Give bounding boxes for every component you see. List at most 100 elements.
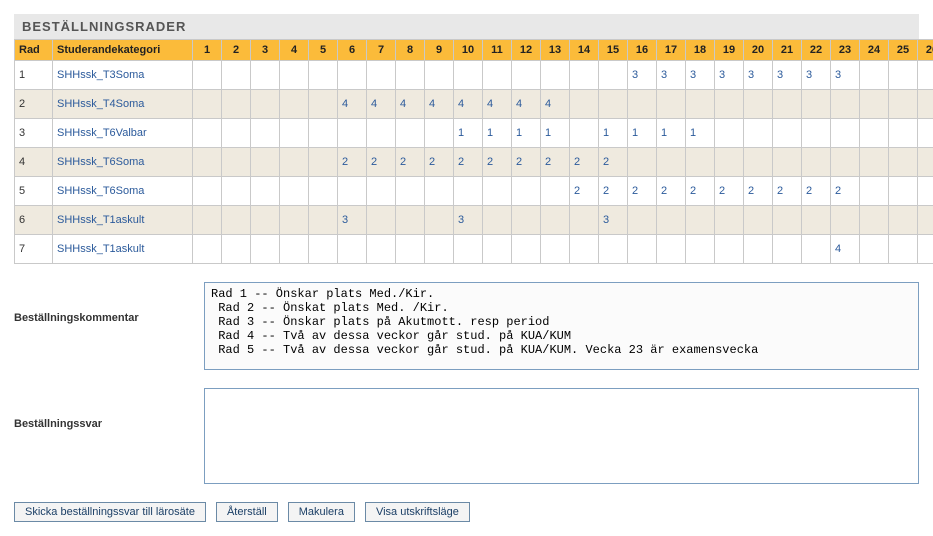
cell-week[interactable] bbox=[860, 177, 889, 206]
cell-week[interactable] bbox=[251, 90, 280, 119]
cell-week[interactable]: 1 bbox=[686, 119, 715, 148]
cell-week[interactable]: 3 bbox=[628, 61, 657, 90]
cell-week[interactable]: 2 bbox=[744, 177, 773, 206]
cell-week[interactable] bbox=[773, 90, 802, 119]
cell-week[interactable] bbox=[541, 235, 570, 264]
cell-week[interactable] bbox=[686, 148, 715, 177]
cell-week[interactable] bbox=[570, 235, 599, 264]
cell-week[interactable] bbox=[222, 148, 251, 177]
cell-week[interactable] bbox=[193, 206, 222, 235]
cell-week[interactable] bbox=[889, 235, 918, 264]
cell-week[interactable]: 2 bbox=[628, 177, 657, 206]
cell-week[interactable] bbox=[918, 61, 933, 90]
cell-week[interactable]: 2 bbox=[367, 148, 396, 177]
cell-week[interactable] bbox=[860, 235, 889, 264]
cell-week[interactable] bbox=[889, 148, 918, 177]
cell-week[interactable]: 1 bbox=[541, 119, 570, 148]
cell-week[interactable] bbox=[425, 206, 454, 235]
cell-week[interactable]: 2 bbox=[831, 177, 860, 206]
cell-week[interactable] bbox=[396, 177, 425, 206]
cell-week[interactable] bbox=[831, 119, 860, 148]
cell-week[interactable] bbox=[309, 119, 338, 148]
cell-week[interactable]: 2 bbox=[425, 148, 454, 177]
cell-week[interactable]: 3 bbox=[599, 206, 628, 235]
cell-week[interactable] bbox=[309, 177, 338, 206]
cell-week[interactable] bbox=[744, 235, 773, 264]
cell-week[interactable] bbox=[541, 61, 570, 90]
cell-week[interactable] bbox=[454, 61, 483, 90]
cell-week[interactable]: 4 bbox=[541, 90, 570, 119]
cell-week[interactable]: 4 bbox=[425, 90, 454, 119]
cell-week[interactable] bbox=[889, 61, 918, 90]
cell-week[interactable] bbox=[599, 61, 628, 90]
cell-week[interactable] bbox=[396, 61, 425, 90]
cell-week[interactable]: 2 bbox=[570, 177, 599, 206]
cell-week[interactable] bbox=[628, 206, 657, 235]
cell-week[interactable] bbox=[715, 206, 744, 235]
cell-week[interactable] bbox=[860, 148, 889, 177]
cell-week[interactable] bbox=[860, 119, 889, 148]
print-view-button[interactable]: Visa utskriftsläge bbox=[365, 502, 470, 522]
cell-week[interactable]: 3 bbox=[831, 61, 860, 90]
cell-week[interactable] bbox=[251, 148, 280, 177]
cell-week[interactable] bbox=[715, 148, 744, 177]
cell-week[interactable]: 2 bbox=[454, 148, 483, 177]
cell-week[interactable] bbox=[570, 61, 599, 90]
cell-week[interactable] bbox=[744, 90, 773, 119]
cell-week[interactable] bbox=[309, 235, 338, 264]
cell-week[interactable] bbox=[628, 90, 657, 119]
cell-week[interactable]: 2 bbox=[512, 148, 541, 177]
order-answer-input[interactable] bbox=[204, 388, 919, 484]
cell-week[interactable]: 2 bbox=[715, 177, 744, 206]
cell-week[interactable] bbox=[251, 235, 280, 264]
cell-week[interactable] bbox=[280, 148, 309, 177]
order-comment-box[interactable]: Rad 1 -- Önskar plats Med./Kir. Rad 2 --… bbox=[204, 282, 919, 370]
cell-week[interactable] bbox=[889, 206, 918, 235]
cell-week[interactable] bbox=[222, 206, 251, 235]
cell-week[interactable]: 3 bbox=[454, 206, 483, 235]
cell-week[interactable] bbox=[309, 61, 338, 90]
cell-week[interactable] bbox=[396, 119, 425, 148]
cell-week[interactable] bbox=[889, 90, 918, 119]
cell-week[interactable]: 4 bbox=[396, 90, 425, 119]
cell-week[interactable] bbox=[193, 177, 222, 206]
cell-week[interactable]: 2 bbox=[338, 148, 367, 177]
cell-week[interactable]: 2 bbox=[570, 148, 599, 177]
cell-week[interactable] bbox=[570, 206, 599, 235]
cell-week[interactable] bbox=[512, 206, 541, 235]
cell-week[interactable]: 4 bbox=[454, 90, 483, 119]
cell-week[interactable] bbox=[396, 206, 425, 235]
cell-week[interactable] bbox=[512, 235, 541, 264]
cell-week[interactable]: 3 bbox=[338, 206, 367, 235]
cell-week[interactable] bbox=[889, 119, 918, 148]
cell-week[interactable] bbox=[773, 119, 802, 148]
cell-week[interactable]: 4 bbox=[367, 90, 396, 119]
cell-week[interactable] bbox=[918, 148, 933, 177]
cell-week[interactable]: 4 bbox=[512, 90, 541, 119]
cell-week[interactable] bbox=[251, 61, 280, 90]
cell-week[interactable]: 2 bbox=[686, 177, 715, 206]
cell-week[interactable] bbox=[338, 177, 367, 206]
cell-week[interactable]: 4 bbox=[338, 90, 367, 119]
cell-week[interactable]: 1 bbox=[512, 119, 541, 148]
cell-week[interactable] bbox=[657, 148, 686, 177]
cell-week[interactable] bbox=[367, 119, 396, 148]
cell-week[interactable] bbox=[802, 235, 831, 264]
cell-week[interactable] bbox=[338, 119, 367, 148]
cell-week[interactable] bbox=[309, 206, 338, 235]
cell-week[interactable] bbox=[657, 235, 686, 264]
cell-week[interactable] bbox=[802, 90, 831, 119]
cell-week[interactable] bbox=[222, 119, 251, 148]
cell-week[interactable] bbox=[483, 177, 512, 206]
cell-week[interactable] bbox=[686, 206, 715, 235]
cell-week[interactable] bbox=[744, 148, 773, 177]
cell-week[interactable]: 2 bbox=[483, 148, 512, 177]
cell-week[interactable] bbox=[599, 90, 628, 119]
cell-week[interactable] bbox=[251, 119, 280, 148]
cell-week[interactable]: 1 bbox=[628, 119, 657, 148]
cell-week[interactable]: 2 bbox=[541, 148, 570, 177]
cell-week[interactable] bbox=[628, 148, 657, 177]
cell-week[interactable] bbox=[512, 61, 541, 90]
cell-week[interactable] bbox=[280, 235, 309, 264]
cell-week[interactable] bbox=[831, 206, 860, 235]
